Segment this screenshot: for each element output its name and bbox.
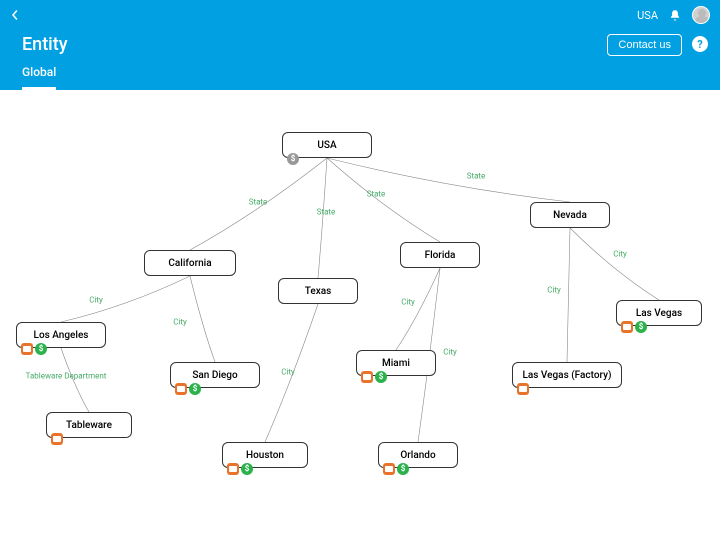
node-houston[interactable]: Houston <box>222 442 308 468</box>
node-label: Florida <box>425 250 456 261</box>
node-icons <box>621 321 647 333</box>
node-icons <box>517 383 529 395</box>
back-icon[interactable] <box>10 8 20 24</box>
edge <box>265 304 318 442</box>
node-lasvegas[interactable]: Las Vegas <box>616 300 702 326</box>
node-label: Las Vegas (Factory) <box>522 370 611 381</box>
contact-us-button[interactable]: Contact us <box>607 34 682 56</box>
node-icons <box>51 433 63 445</box>
node-label: Houston <box>246 450 284 461</box>
tabs: Global <box>22 57 76 90</box>
edge-label: City <box>281 368 295 377</box>
node-usa[interactable]: USA <box>282 132 372 158</box>
edge <box>61 348 89 412</box>
edge-label: City <box>547 286 561 295</box>
node-miami[interactable]: Miami <box>356 350 436 376</box>
store-icon <box>621 321 633 333</box>
money-icon <box>241 463 253 475</box>
money-icon <box>35 343 47 355</box>
help-icon[interactable]: ? <box>692 36 708 52</box>
edge <box>318 158 327 278</box>
node-label: USA <box>317 140 336 151</box>
store-icon <box>227 463 239 475</box>
bell-icon[interactable] <box>668 8 682 22</box>
node-label: San Diego <box>192 370 237 381</box>
node-label: Tableware <box>66 420 112 431</box>
edge-label: City <box>443 348 457 357</box>
money-icon <box>189 383 201 395</box>
node-label: Los Angeles <box>34 330 89 341</box>
node-icons <box>383 463 409 475</box>
edge-label: City <box>89 296 103 305</box>
node-label: Nevada <box>553 210 587 221</box>
node-florida[interactable]: Florida <box>400 242 480 268</box>
store-icon <box>51 433 63 445</box>
header-right: USA <box>637 6 710 24</box>
store-icon <box>383 463 395 475</box>
node-label: Orlando <box>400 450 435 461</box>
tab-global[interactable]: Global <box>22 57 56 90</box>
edge <box>327 158 440 242</box>
node-sandiego[interactable]: San Diego <box>170 362 260 388</box>
edge <box>567 228 570 362</box>
node-icons <box>227 463 253 475</box>
edge-label: State <box>317 208 336 217</box>
money-icon <box>287 153 299 165</box>
node-lvfactory[interactable]: Las Vegas (Factory) <box>512 362 622 388</box>
node-nevada[interactable]: Nevada <box>530 202 610 228</box>
node-icons <box>361 371 387 383</box>
edge-label: City <box>401 298 415 307</box>
node-label: Texas <box>305 286 332 297</box>
money-icon <box>375 371 387 383</box>
store-icon <box>517 383 529 395</box>
node-orlando[interactable]: Orlando <box>378 442 458 468</box>
node-losangeles[interactable]: Los Angeles <box>16 322 106 348</box>
edge <box>570 228 659 300</box>
edge-label: Tableware Department <box>26 372 107 381</box>
diagram-canvas[interactable]: State State State State City City Tableware De… <box>0 90 720 540</box>
node-label: Las Vegas <box>636 308 682 319</box>
edge <box>61 276 190 322</box>
money-icon <box>397 463 409 475</box>
edge <box>327 158 570 202</box>
edge-label: City <box>173 318 187 327</box>
node-tableware[interactable]: Tableware <box>46 412 132 438</box>
node-label: California <box>168 258 211 269</box>
region-label: USA <box>637 9 658 22</box>
edge-label: State <box>367 190 386 199</box>
node-label: Miami <box>382 358 410 369</box>
store-icon <box>21 343 33 355</box>
money-icon <box>635 321 647 333</box>
node-california[interactable]: California <box>144 250 236 276</box>
node-icons <box>287 153 299 165</box>
edge <box>396 268 440 350</box>
edge-label: State <box>467 172 486 181</box>
node-texas[interactable]: Texas <box>278 278 358 304</box>
app-header: USA Entity Contact us ? Global <box>0 0 720 90</box>
node-icons <box>21 343 47 355</box>
edge-label: State <box>249 198 268 207</box>
edge-label: City <box>613 250 627 259</box>
store-icon <box>175 383 187 395</box>
store-icon <box>361 371 373 383</box>
edge <box>190 276 215 362</box>
node-icons <box>175 383 201 395</box>
page-title: Entity <box>22 34 68 55</box>
avatar[interactable] <box>692 6 710 24</box>
edge <box>190 158 327 250</box>
